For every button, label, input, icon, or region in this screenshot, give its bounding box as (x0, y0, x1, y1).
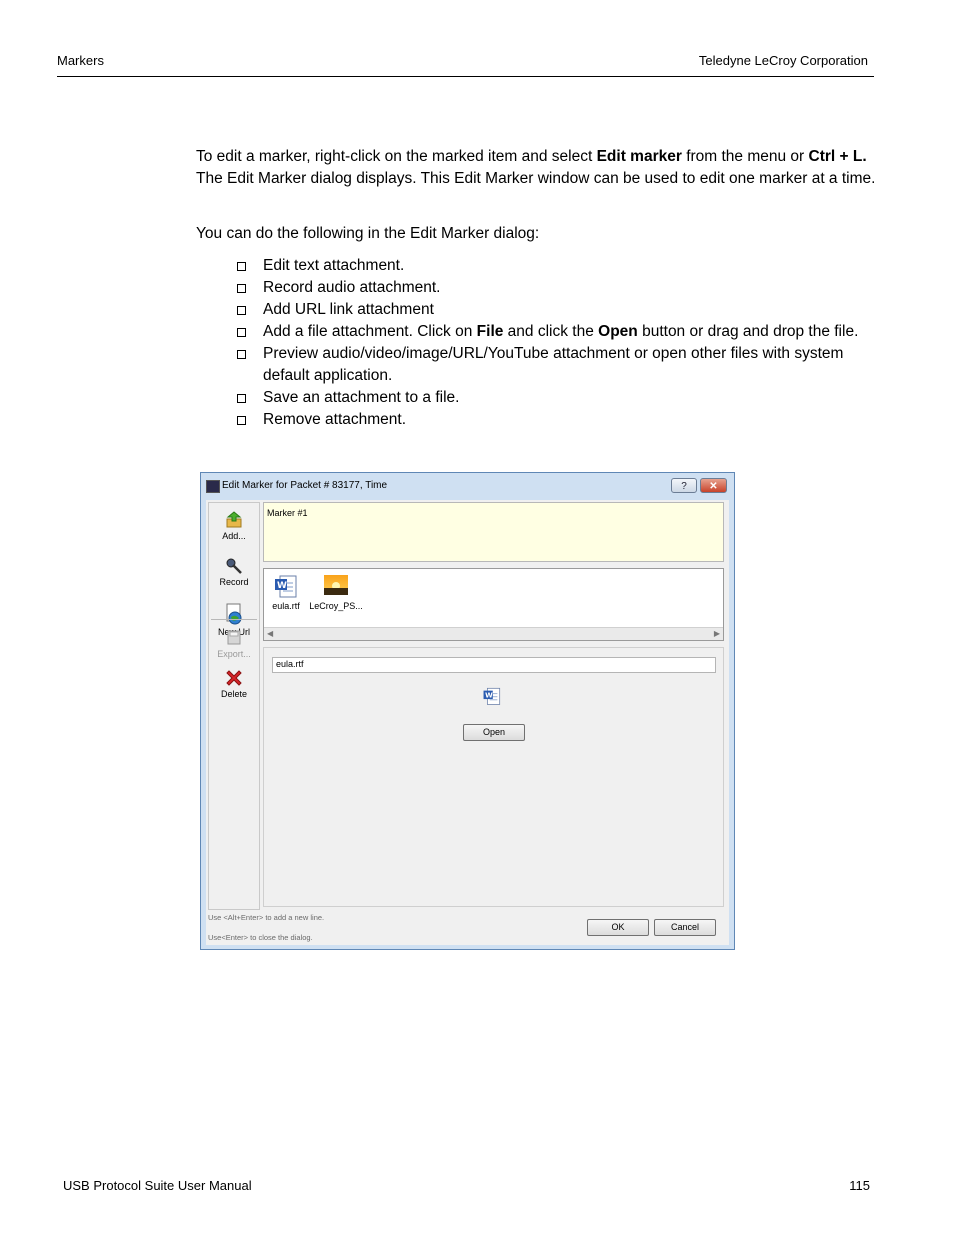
ok-button[interactable]: OK (587, 919, 649, 936)
attachment-list[interactable]: W eula.rtf LeCroy_PS... ◀ ▶ (263, 568, 724, 641)
running-header-company: Teledyne LeCroy Corporation (698, 53, 868, 68)
attachment-name: eula.rtf (272, 601, 300, 611)
help-button[interactable]: ? (671, 478, 697, 493)
attachment-item[interactable]: LeCroy_PS... (308, 573, 364, 611)
svg-text:W: W (277, 581, 287, 591)
export-button[interactable]: Export... (209, 629, 259, 659)
bold-term: File (476, 323, 504, 340)
list-item: Edit text attachment. (236, 255, 876, 277)
list-item-text: Add URL link attachment (263, 301, 434, 318)
dialog-client-area: Add... Record New Url Export... Delete M… (206, 500, 729, 945)
open-button[interactable]: Open (463, 724, 525, 741)
list-item: Remove attachment. (236, 409, 876, 431)
list-item: Add URL link attachment (236, 299, 876, 321)
red-x-icon (225, 669, 243, 687)
save-disk-icon (225, 629, 243, 647)
checkbox-bullet-icon (237, 394, 246, 403)
marker-text-field[interactable]: Marker #1 (263, 502, 724, 562)
add-label: Add... (222, 531, 246, 541)
scroll-left-icon[interactable]: ◀ (267, 629, 273, 638)
add-arrow-icon (225, 511, 243, 529)
filename-field[interactable]: eula.rtf (272, 657, 716, 673)
text-run: To edit a marker, right-click on the mar… (196, 148, 597, 165)
add-button[interactable]: Add... (209, 511, 259, 541)
running-header-section: Markers (57, 53, 104, 68)
word-document-icon: W (483, 687, 501, 705)
list-item: Save an attachment to a file. (236, 387, 876, 409)
scroll-right-icon[interactable]: ▶ (714, 629, 720, 638)
delete-label: Delete (220, 689, 247, 699)
checkbox-bullet-icon (237, 262, 246, 271)
edit-marker-dialog: Edit Marker for Packet # 83177, Time ? ✕… (200, 472, 735, 950)
hint-new-line: Use <Alt+Enter> to add a new line. (208, 913, 325, 922)
bold-term: Edit marker (596, 148, 682, 165)
intro-paragraph: To edit a marker, right-click on the mar… (196, 146, 876, 190)
list-item-text: button or drag and drop the file. (637, 323, 859, 340)
cancel-button[interactable]: Cancel (654, 919, 716, 936)
list-item: Record audio attachment. (236, 277, 876, 299)
list-item-text: Edit text attachment. (263, 257, 405, 274)
lead-in-paragraph: You can do the following in the Edit Mar… (196, 225, 540, 242)
header-rule (57, 76, 874, 77)
hint-close: Use<Enter> to close the dialog. (208, 933, 313, 942)
list-item-text: Preview audio/video/image/URL/YouTube at… (263, 345, 844, 384)
list-item: Preview audio/video/image/URL/YouTube at… (236, 343, 876, 387)
attachment-item[interactable]: W eula.rtf (268, 573, 304, 611)
checkbox-bullet-icon (237, 350, 246, 359)
sunset-image-icon (324, 575, 348, 595)
toolbar-separator (211, 619, 257, 620)
list-item-text: Remove attachment. (263, 411, 407, 428)
checkbox-bullet-icon (237, 416, 246, 425)
list-item: Add a file attachment. Click on File and… (236, 321, 876, 343)
horizontal-scrollbar[interactable]: ◀ ▶ (264, 627, 723, 640)
list-item-text: Save an attachment to a file. (263, 389, 460, 406)
bold-term: Open (598, 323, 638, 340)
app-icon (206, 480, 220, 493)
delete-button[interactable]: Delete (209, 669, 259, 699)
toolbar: Add... Record New Url Export... Delete (208, 502, 260, 910)
checkbox-bullet-icon (237, 284, 246, 293)
record-label: Record (219, 577, 249, 587)
list-item-text: Add a file attachment. Click on (263, 323, 477, 340)
bold-term: Ctrl + L. (808, 148, 867, 165)
dialog-titlebar: Edit Marker for Packet # 83177, Time ? ✕ (201, 473, 734, 500)
text-run: from the menu or (681, 148, 809, 165)
list-item-text: and click the (503, 323, 599, 340)
page-number: 115 (849, 1178, 870, 1193)
attachment-detail-panel: eula.rtf W Open (263, 647, 724, 907)
word-document-icon: W (275, 575, 297, 598)
microphone-icon (225, 557, 243, 575)
list-item-text: Record audio attachment. (263, 279, 441, 296)
export-label: Export... (217, 649, 251, 659)
attachment-name: LeCroy_PS... (309, 601, 363, 611)
url-globe-icon (225, 603, 243, 625)
record-button[interactable]: Record (209, 557, 259, 587)
svg-text:W: W (485, 692, 493, 700)
footer-title: USB Protocol Suite User Manual (63, 1178, 252, 1193)
close-button[interactable]: ✕ (700, 478, 727, 493)
bullet-list: Edit text attachment. Record audio attac… (236, 255, 876, 431)
checkbox-bullet-icon (237, 306, 246, 315)
dialog-title: Edit Marker for Packet # 83177, Time (222, 480, 388, 491)
checkbox-bullet-icon (237, 328, 246, 337)
text-run: The Edit Marker dialog displays. This Ed… (196, 170, 876, 187)
